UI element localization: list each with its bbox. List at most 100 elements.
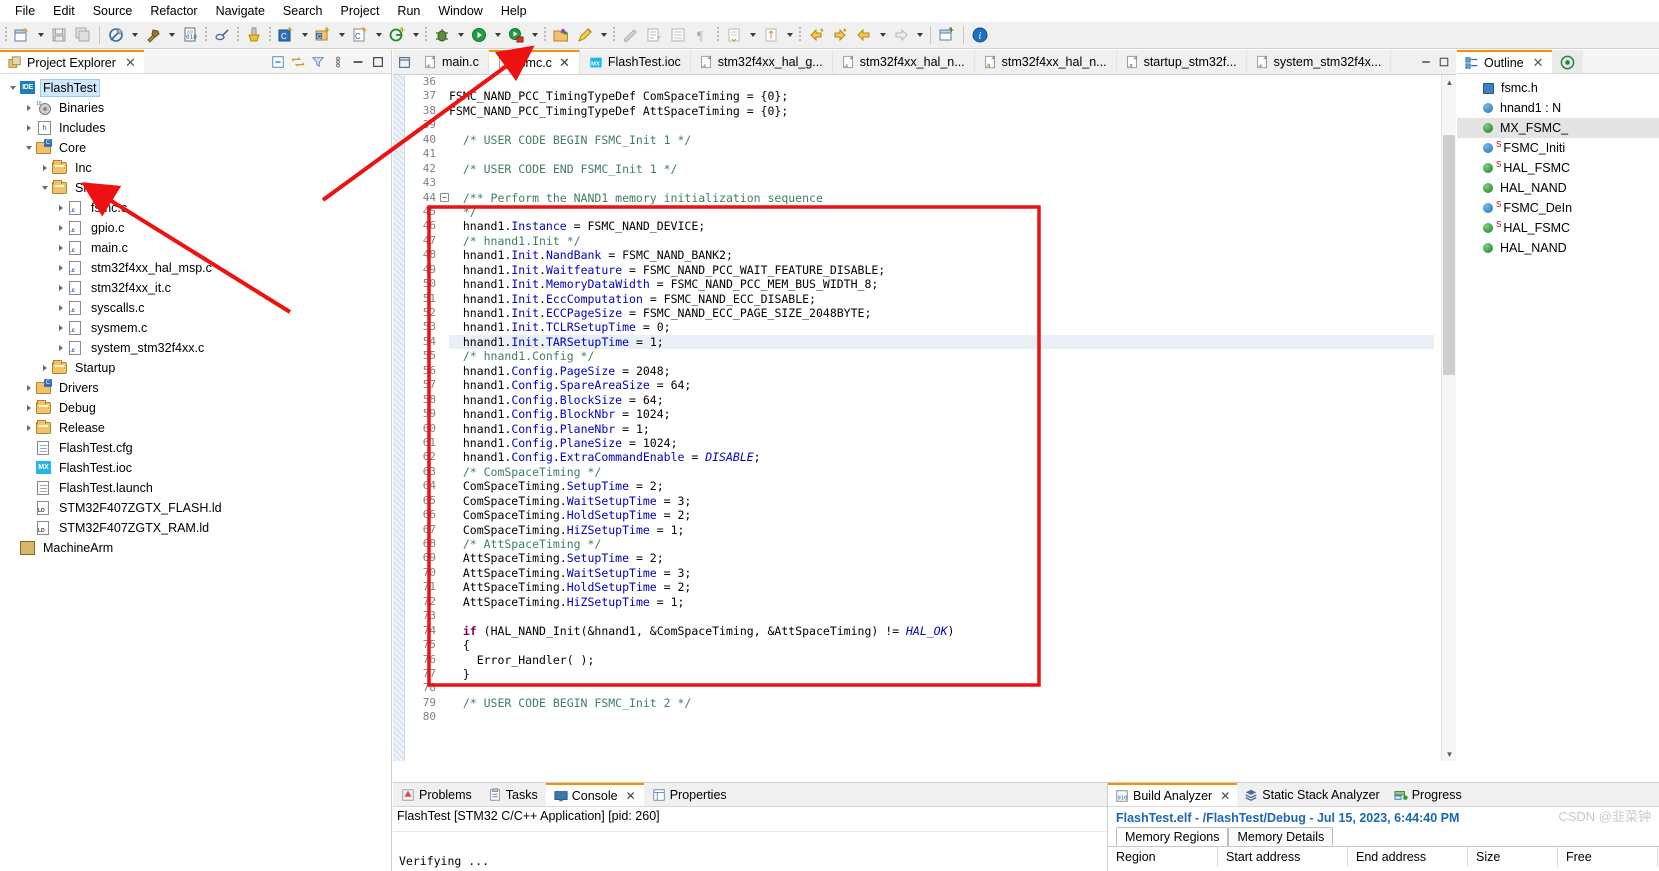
code-line[interactable]: hnand1.Init.TARSetupTime = 1; xyxy=(449,334,1434,350)
debug-icon[interactable] xyxy=(430,24,454,46)
tree-expander-icon[interactable] xyxy=(54,320,68,336)
next-annotation-icon[interactable] xyxy=(642,24,666,46)
build-analyzer-tab-build-analyzer[interactable]: 010 Build Analyzer ✕ xyxy=(1108,783,1238,806)
tree-expander-icon[interactable] xyxy=(54,280,68,296)
column-header-end-address[interactable]: End address xyxy=(1348,846,1468,867)
new-c-project-icon[interactable]: C xyxy=(274,24,298,46)
tree-expander-icon[interactable] xyxy=(22,380,36,396)
memory-subtab-memory-regions[interactable]: Memory Regions xyxy=(1116,827,1229,846)
tree-expander-icon[interactable] xyxy=(54,260,68,276)
new-window-icon[interactable] xyxy=(935,24,959,46)
code-line[interactable]: AttSpaceTiming.HiZSetupTime = 1; xyxy=(449,595,1434,609)
column-header-size[interactable]: Size xyxy=(1468,846,1558,867)
console-tab-problems[interactable]: Problems xyxy=(393,783,480,806)
tree-item-fsmc-c[interactable]: fsmc.c xyxy=(0,198,391,218)
code-line[interactable] xyxy=(449,681,1434,695)
tree-expander-icon[interactable] xyxy=(22,140,36,156)
tree-expander-icon[interactable] xyxy=(22,400,36,416)
tree-item-inc[interactable]: Inc xyxy=(0,158,391,178)
debug-dropdown-icon[interactable] xyxy=(454,24,467,46)
tab-outline[interactable]: Outline ✕ xyxy=(1457,50,1552,73)
menu-item-file[interactable]: File xyxy=(6,2,44,20)
outline-item[interactable]: MX_FSMC_ xyxy=(1457,118,1659,138)
code-line[interactable]: FSMC_NAND_PCC_TimingTypeDef ComSpaceTimi… xyxy=(449,89,1434,103)
code-line[interactable]: hnand1.Config.PageSize = 2048; xyxy=(449,364,1434,378)
code-line[interactable]: hnand1.Config.PlaneNbr = 1; xyxy=(449,422,1434,436)
tree-expander-icon[interactable] xyxy=(54,200,68,216)
tree-item-stm32f407zgtx-ram-ld[interactable]: STM32F407ZGTX_RAM.ld xyxy=(0,518,391,538)
build-all-dropdown-icon[interactable] xyxy=(128,24,141,46)
editor-tab-startup-stm32f[interactable]: .S startup_stm32f... xyxy=(1116,50,1247,74)
editor-tab-stm32f4xx-hal-n[interactable]: .h stm32f4xx_hal_n... xyxy=(974,50,1117,74)
new-class-icon[interactable] xyxy=(385,24,409,46)
pilcrow-icon[interactable]: ¶ xyxy=(690,24,714,46)
tree-item-sysmem-c[interactable]: sysmem.c xyxy=(0,318,391,338)
tree-item-debug[interactable]: Debug xyxy=(0,398,391,418)
information-center-icon[interactable]: i xyxy=(968,24,992,46)
run-icon[interactable] xyxy=(467,24,491,46)
editor-tab-flashtest-ioc[interactable]: MX FlashTest.ioc xyxy=(579,50,691,74)
tree-item-stm32f4xx-hal-msp-c[interactable]: stm32f4xx_hal_msp.c xyxy=(0,258,391,278)
tree-expander-icon[interactable] xyxy=(38,180,52,196)
code-line[interactable] xyxy=(449,609,1434,623)
code-line[interactable] xyxy=(449,710,1434,724)
editor-tab-stm32f4xx-hal-n[interactable]: .c stm32f4xx_hal_n... xyxy=(832,50,975,74)
forward-history-icon[interactable] xyxy=(828,24,852,46)
tree-item-src[interactable]: Src xyxy=(0,178,391,198)
outline-item[interactable]: S FSMC_DeIn xyxy=(1457,198,1659,218)
scrollbar-thumb[interactable] xyxy=(1443,135,1455,375)
menu-item-window[interactable]: Window xyxy=(429,2,491,20)
code-line[interactable]: /* hnand1.Init */ xyxy=(449,234,1434,248)
code-line[interactable]: FSMC_NAND_PCC_TimingTypeDef AttSpaceTimi… xyxy=(449,104,1434,118)
build-analyzer-tab-static-stack-analyzer[interactable]: Static Stack Analyzer xyxy=(1237,783,1387,806)
tree-item-system-stm32f4xx-c[interactable]: system_stm32f4xx.c xyxy=(0,338,391,358)
tree-expander-icon[interactable] xyxy=(6,80,20,96)
code-line[interactable]: AttSpaceTiming.SetupTime = 2; xyxy=(449,551,1434,565)
new-c-file-dropdown-icon[interactable] xyxy=(372,24,385,46)
new-class-dropdown-icon[interactable] xyxy=(409,24,422,46)
forward-dropdown-icon[interactable] xyxy=(913,24,926,46)
menu-item-edit[interactable]: Edit xyxy=(44,2,84,20)
scroll-up-icon[interactable]: ▲ xyxy=(1442,75,1457,89)
tree-item-syscalls-c[interactable]: syscalls.c xyxy=(0,298,391,318)
code-line[interactable]: hnand1.Config.ExtraCommandEnable = DISAB… xyxy=(449,450,1434,464)
code-line[interactable]: if (HAL_NAND_Init(&hnand1, &ComSpaceTimi… xyxy=(449,624,1434,638)
close-icon[interactable]: ✕ xyxy=(1220,789,1230,803)
tree-item-includes[interactable]: Includes xyxy=(0,118,391,138)
code-editor[interactable]: 36 37 38 39 40 41 42 43 44−45 46 47 48 49 50 51 52 53 54 5… xyxy=(393,75,1456,761)
tab-target-view[interactable] xyxy=(1551,50,1583,73)
outline-item[interactable]: S HAL_FSMC xyxy=(1457,158,1659,178)
pencil-icon[interactable] xyxy=(573,24,597,46)
scroll-down-icon[interactable]: ▼ xyxy=(1442,747,1457,761)
outline-item[interactable]: HAL_NAND xyxy=(1457,238,1659,258)
code-line[interactable]: /* USER CODE END FSMC_Init 1 */ xyxy=(449,162,1434,176)
code-line[interactable]: hnand1.Config.SpareAreaSize = 64; xyxy=(449,378,1434,392)
code-line[interactable] xyxy=(449,147,1434,161)
tree-expander-icon[interactable] xyxy=(38,160,52,176)
tree-item-main-c[interactable]: main.c xyxy=(0,238,391,258)
tree-item-flashtest-launch[interactable]: FlashTest.launch xyxy=(0,478,391,498)
last-edit-location-icon[interactable] xyxy=(722,24,746,46)
editor-vertical-scrollbar[interactable]: ▲ ▼ xyxy=(1441,75,1456,761)
editor-tab-fsmc-c[interactable]: .c fsmc.c ✕ xyxy=(488,50,580,74)
menu-item-navigate[interactable]: Navigate xyxy=(207,2,274,20)
code-line[interactable]: /* USER CODE BEGIN FSMC_Init 1 */ xyxy=(449,133,1434,147)
new-file-icon[interactable] xyxy=(10,24,34,46)
view-menu-icon[interactable] xyxy=(329,53,347,71)
code-line[interactable]: AttSpaceTiming.HoldSetupTime = 2; xyxy=(449,580,1434,594)
code-line[interactable]: AttSpaceTiming.WaitSetupTime = 3; xyxy=(449,566,1434,580)
column-header-region[interactable]: Region xyxy=(1108,846,1218,867)
new-c-folder-dropdown-icon[interactable] xyxy=(335,24,348,46)
back-history-icon[interactable] xyxy=(804,24,828,46)
code-line[interactable] xyxy=(449,75,1434,89)
new-file-dropdown-icon[interactable] xyxy=(34,24,47,46)
tree-item-flashtest-cfg[interactable]: FlashTest.cfg xyxy=(0,438,391,458)
tree-item-core[interactable]: Core xyxy=(0,138,391,158)
tree-expander-icon[interactable] xyxy=(54,240,68,256)
outline-item[interactable]: fsmc.h xyxy=(1457,78,1659,98)
menu-item-source[interactable]: Source xyxy=(84,2,142,20)
editor-tab-stm32f4xx-hal-g[interactable]: .c stm32f4xx_hal_g... xyxy=(690,50,833,74)
tree-expander-icon[interactable] xyxy=(54,340,68,356)
code-line[interactable]: hnand1.Config.BlockNbr = 1024; xyxy=(449,407,1434,421)
source-code-text[interactable]: FSMC_NAND_PCC_TimingTypeDef ComSpaceTimi… xyxy=(449,75,1434,761)
